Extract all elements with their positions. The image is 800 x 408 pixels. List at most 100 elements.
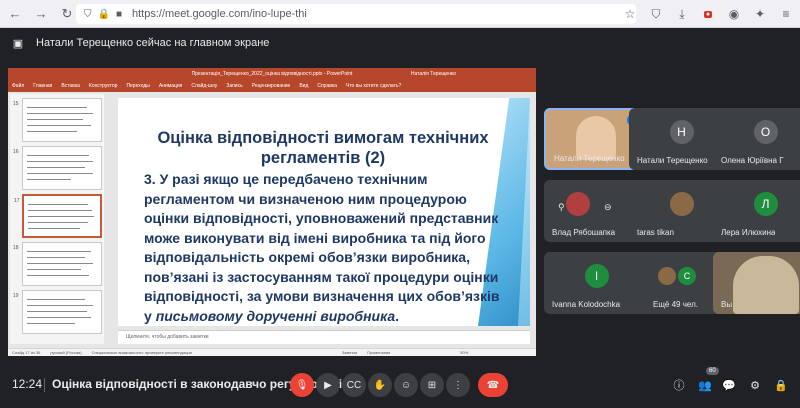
slide-thumbnails: 15 16 17 18 19 [10,94,104,344]
chat-icon[interactable]: 💬 [720,376,738,394]
ribbon-tab: Запись [226,83,243,89]
status-language: русский (Россия) [50,350,82,355]
reload-icon[interactable]: ↻ [56,3,78,25]
more-options-button[interactable]: ⋮ [446,373,470,397]
participant-count-badge: 60 [706,367,719,375]
status-zoom: 50% [460,350,469,355]
thumbnail-number: 16 [13,149,19,155]
avatar [658,267,676,285]
captions-button[interactable]: CC [342,373,366,397]
extension-badge-icon[interactable]: ● [700,6,716,22]
ribbon-tab: Справка [317,83,337,89]
avatar: С [678,267,696,285]
powerpoint-statusbar: Слайд 17 из 36 русский (Россия) Специаль… [8,348,536,356]
avatar [566,192,590,216]
pocket-icon[interactable]: ⛉ [648,6,664,22]
pin-icon[interactable]: ⚲ [558,202,565,213]
slide-thumbnail: 16 [13,146,102,190]
participant-name: Натали Терещенко [554,154,625,163]
back-arrow-icon[interactable]: ← [4,3,26,25]
remove-icon[interactable]: ⊖ [604,202,612,213]
present-screen-icon: ▣ [12,37,24,50]
avatar [669,192,694,216]
self-tile[interactable]: 🎙̸ Вы [713,252,800,314]
avatar: Н [669,120,694,144]
downloads-icon[interactable]: ⤓ [674,6,690,22]
powerpoint-workspace: 15 16 17 18 19 Оцінка відповідності вимо… [8,92,536,348]
ribbon-tab: Конструктор [88,83,118,89]
slide-body: 3. У разі якщо це передбачено технічним … [144,170,506,326]
meet-control-bar: 12:24 Оцінка відповідності в законодавчо… [0,366,800,408]
activities-icon[interactable]: ⚙ [746,376,764,394]
ribbon-tab: Слайд-шоу [191,83,218,89]
participant-video [733,256,799,314]
host-controls-icon[interactable]: 🔒 [772,376,790,394]
participant-tile[interactable]: 🎙̸ О Олена Юріївна Г [713,108,800,170]
status-slide-number: Слайд 17 из 36 [12,350,41,355]
camera-permission-icon[interactable]: ■ [116,9,122,20]
mic-off-button[interactable]: 🎙 [290,373,314,397]
slide-thumbnail: 15 [13,98,102,142]
participant-name: Вы [721,300,733,309]
browser-toolbar: ← → ↻ ⛉ 🔒 ■ https://meet.google.com/ino-… [0,0,800,28]
status-comments: Примечания [367,350,391,355]
lock-icon: 🔒 [97,8,110,20]
ribbon-tab: Вид [299,83,309,89]
url-text: https://meet.google.com/ino-lupe-thi [132,8,307,20]
participant-name: Лера Илюхина [721,228,776,237]
shield-icon: ⛉ [84,8,92,20]
profile-icon[interactable]: ◉ [726,6,742,22]
powerpoint-titlebar: Презентація_Терещенко_2022_оцінка відпов… [8,68,536,80]
banner-text: Натали Терещенко сейчас на главном экран… [36,37,270,49]
url-bar[interactable]: ⛉ 🔒 ■ https://meet.google.com/ino-lupe-t… [76,4,636,24]
slide-thumbnail-selected: 17 [14,194,102,238]
slide-body-emphasis: письмовому дорученні виробника [155,307,396,324]
thumbnail-number: 17 [14,198,20,204]
raise-hand-button[interactable]: ✋ [368,373,392,397]
ribbon-tab: Файл [12,83,25,89]
people-icon[interactable]: 👥 [696,376,714,394]
more-participants-label: Ещё 49 чел. [653,300,698,309]
shared-screen: Презентація_Терещенко_2022_оцінка відпов… [8,68,536,356]
forward-arrow-icon[interactable]: → [30,3,52,25]
powerpoint-user: Наталія Терещенко [410,71,456,77]
participant-name: Натали Терещенко [637,156,708,165]
slide-title: Оцінка відповідності вимогам технічних р… [157,129,489,167]
participant-name: Влад Рябошапка [552,228,616,237]
thumbnail-number: 18 [13,245,19,251]
participant-name: Олена Юріївна Г [721,156,784,165]
extensions-icon[interactable]: ✦ [752,6,768,22]
present-button[interactable]: ⊞ [420,373,444,397]
menu-icon[interactable]: ≡ [778,6,794,22]
ribbon-tab: Рецензирование [251,83,291,89]
notes-pane: Щелкните, чтобы добавить заметки [118,330,530,344]
bookmark-star-icon[interactable]: ☆ [622,6,638,22]
info-icon[interactable]: ⓘ [670,376,688,394]
avatar: Л [753,192,778,216]
thumbnail-number: 19 [13,293,19,299]
slide-thumbnail: 18 [13,242,102,286]
status-accessibility: Специальные возможности: проверьте реком… [91,350,192,355]
presenting-banner: ▣ Натали Терещенко сейчас на главном экр… [6,32,794,54]
notes-placeholder: Щелкните, чтобы добавить заметки [126,334,209,340]
powerpoint-window-title: Презентація_Терещенко_2022_оцінка відпов… [191,71,353,77]
thumbnail-number: 15 [13,101,19,107]
avatar: I [584,264,609,288]
ribbon-tab: Главная [33,83,53,89]
status-notes: Заметки [341,350,358,355]
leave-call-button[interactable]: ☎ [478,373,508,397]
ribbon-tab: Переходы [126,83,150,89]
camera-button[interactable]: ▶ [316,373,340,397]
participant-tile[interactable]: 🎙̸ Л Лера Илюхина [713,180,800,242]
emoji-button[interactable]: ☺ [394,373,418,397]
powerpoint-ribbon-tabs: Файл Главная Вставка Конструктор Переход… [8,80,536,92]
participant-name: Ivanna Kolodochka [552,300,621,309]
ribbon-tab: Вставка [61,83,80,89]
ribbon-tab: Анимация [158,83,183,89]
slide-body-end: . [395,307,400,324]
ribbon-search: Что вы хотите сделать? [345,83,402,89]
browser-actions: ☆ ⛉ ⤓ ● ◉ ✦ ≡ [622,4,794,24]
slide-body-text: 3. У разі якщо це передбачено технічним … [144,171,500,324]
clock: 12:24 [12,377,43,391]
slide-thumbnail: 19 [13,290,102,334]
